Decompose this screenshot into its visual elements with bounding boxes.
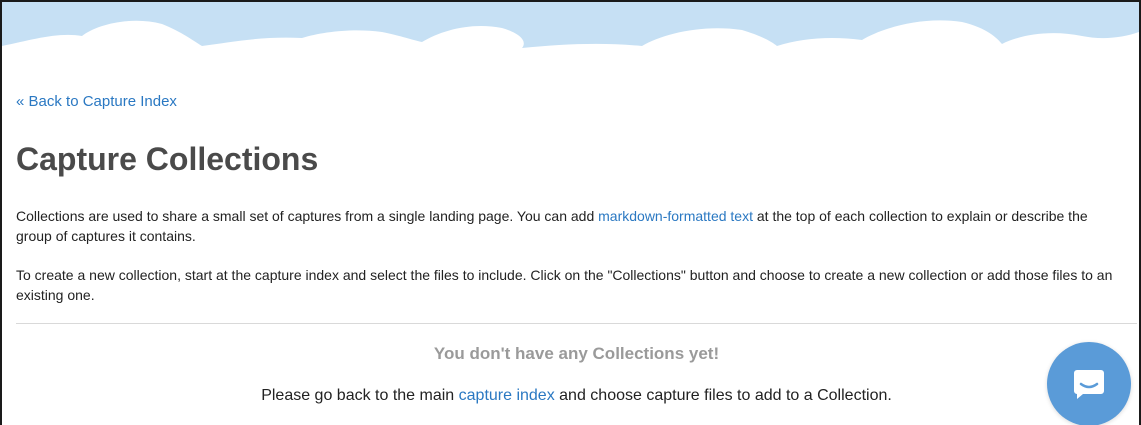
empty-text-end: and choose capture files to add to a Col… — [554, 387, 892, 404]
capture-index-link[interactable]: capture index — [459, 387, 555, 404]
section-divider — [16, 323, 1137, 324]
empty-state-message: Please go back to the main capture index… — [16, 387, 1137, 405]
chat-bubble-icon — [1074, 370, 1104, 399]
empty-text-start: Please go back to the main — [261, 387, 459, 404]
cloud-header-banner — [2, 2, 1139, 82]
page-title: Capture Collections — [16, 141, 319, 177]
empty-state-title: You don't have any Collections yet! — [433, 344, 720, 363]
back-to-capture-index-link[interactable]: « Back to Capture Index — [16, 93, 177, 110]
intro-text-start: Collections are used to share a small se… — [16, 208, 599, 224]
page-frame: « Back to Capture Index Capture Collecti… — [0, 0, 1141, 425]
intro-paragraph: Collections are used to share a small se… — [16, 206, 1126, 246]
chat-widget-button[interactable] — [1047, 342, 1131, 425]
instructions-paragraph: To create a new collection, start at the… — [16, 267, 1113, 303]
markdown-formatted-text-link[interactable]: markdown-formatted text — [598, 208, 753, 224]
